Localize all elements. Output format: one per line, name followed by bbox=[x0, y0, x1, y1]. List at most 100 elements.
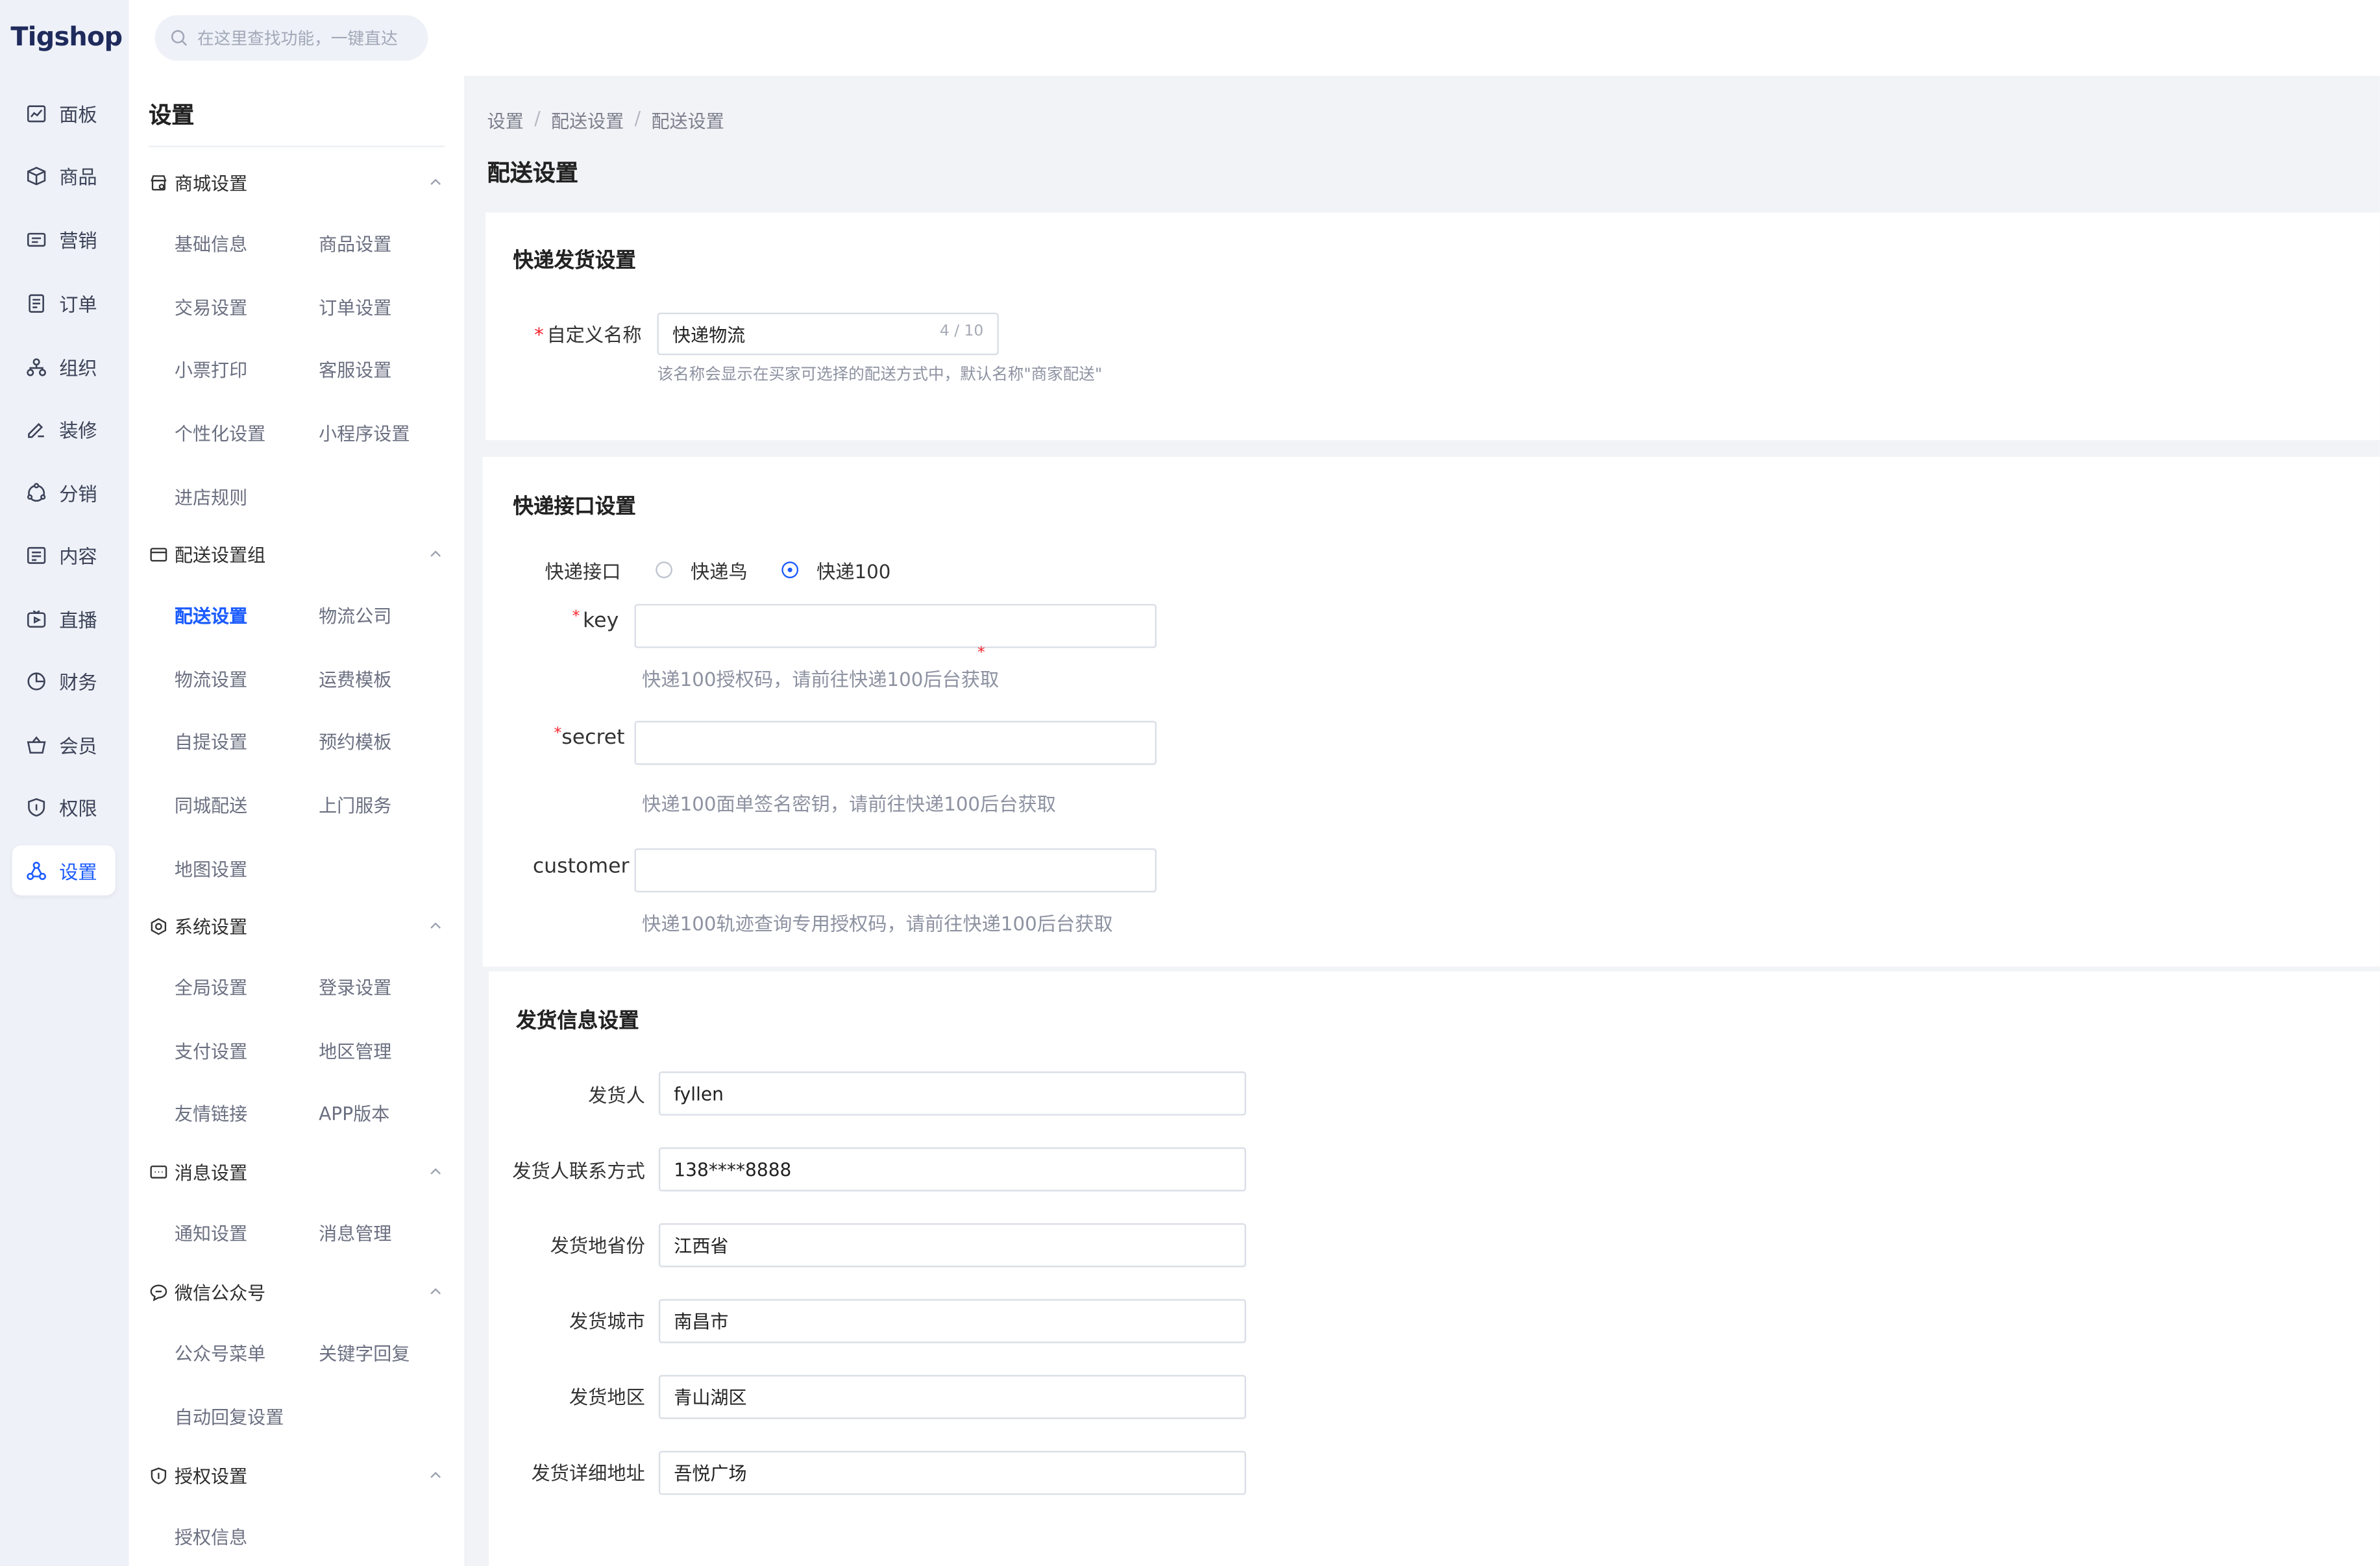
sidebar-item-payment-settings[interactable]: 支付设置 bbox=[175, 1038, 247, 1064]
char-counter: 4 / 10 bbox=[939, 323, 984, 340]
nav-item-goods[interactable]: 商品 bbox=[12, 151, 116, 201]
sidebar-item-miniapp[interactable]: 小程序设置 bbox=[319, 421, 410, 447]
search-icon bbox=[170, 29, 188, 47]
sidebar-item-logistics-company[interactable]: 物流公司 bbox=[319, 602, 391, 628]
secret-field[interactable] bbox=[634, 720, 1157, 765]
group-label: 商城设置 bbox=[174, 172, 248, 194]
app-root: Tigshop 面板 商品 营销 订单 组织 装修 分销 内容 直播 财务 会员… bbox=[0, 0, 2380, 1566]
nav-item-content[interactable]: 内容 bbox=[12, 530, 116, 580]
custom-name-field[interactable]: 4 / 10 bbox=[657, 312, 999, 356]
shield-icon bbox=[26, 796, 47, 818]
sidebar-item-pickup-settings[interactable]: 自提设置 bbox=[175, 728, 247, 754]
pie-icon bbox=[26, 670, 47, 691]
store-icon bbox=[149, 172, 168, 191]
sidebar-item-personalize[interactable]: 个性化设置 bbox=[175, 421, 265, 447]
group-mall-settings[interactable]: 商城设置 bbox=[149, 167, 452, 197]
search-box[interactable] bbox=[154, 15, 428, 61]
nav-item-decor[interactable]: 装修 bbox=[12, 404, 116, 454]
nav-item-finance[interactable]: 财务 bbox=[12, 655, 116, 705]
group-delivery-settings[interactable]: 配送设置组 bbox=[149, 539, 452, 569]
logo-text: Tigshop bbox=[10, 23, 123, 53]
radio-kdniao[interactable]: 快递鸟 bbox=[656, 556, 748, 584]
shipper-phone-input[interactable] bbox=[660, 1149, 1245, 1190]
sidebar-item-app-version[interactable]: APP版本 bbox=[319, 1100, 389, 1126]
sidebar-item-basic-info[interactable]: 基础信息 bbox=[175, 230, 247, 256]
city-input[interactable] bbox=[660, 1301, 1245, 1342]
address-input[interactable] bbox=[660, 1452, 1245, 1494]
province-field[interactable] bbox=[658, 1223, 1246, 1267]
nav-item-orders[interactable]: 订单 bbox=[12, 278, 116, 328]
required-mark: * bbox=[572, 608, 580, 626]
sidebar-item-logistics-settings[interactable]: 物流设置 bbox=[175, 667, 247, 692]
sidebar-item-keyword-reply[interactable]: 关键字回复 bbox=[319, 1340, 410, 1366]
shipper-field[interactable] bbox=[658, 1071, 1246, 1116]
search-input[interactable] bbox=[197, 28, 410, 48]
nav-item-distribution[interactable]: 分销 bbox=[12, 467, 116, 517]
shipper-phone-field[interactable] bbox=[658, 1147, 1246, 1192]
required-mark: * bbox=[977, 644, 985, 662]
sidebar-item-cs-settings[interactable]: 客服设置 bbox=[319, 357, 391, 383]
sidebar-item-freight-template[interactable]: 运费模板 bbox=[319, 667, 391, 692]
sidebar-item-delivery-settings[interactable]: 配送设置 bbox=[175, 602, 247, 628]
address-field[interactable] bbox=[658, 1450, 1246, 1495]
nav-item-settings[interactable]: 设置 bbox=[12, 845, 116, 896]
group-message-settings[interactable]: 消息设置 bbox=[149, 1156, 452, 1187]
radio-label: 快递100 bbox=[816, 559, 891, 583]
sidebar-item-city-delivery[interactable]: 同城配送 bbox=[175, 792, 247, 818]
sidebar-item-order-settings[interactable]: 订单设置 bbox=[319, 295, 391, 321]
nav-item-org[interactable]: 组织 bbox=[12, 341, 116, 391]
nav-item-marketing[interactable]: 营销 bbox=[12, 214, 116, 264]
breadcrumb-item[interactable]: 设置 bbox=[487, 108, 524, 134]
nav-item-members[interactable]: 会员 bbox=[12, 719, 116, 769]
ticket-icon bbox=[26, 228, 47, 250]
nav-label: 会员 bbox=[59, 734, 97, 757]
sidebar-item-global-settings[interactable]: 全局设置 bbox=[175, 974, 247, 1000]
customer-field[interactable] bbox=[634, 848, 1157, 893]
sidebar-item-home-service[interactable]: 上门服务 bbox=[319, 792, 391, 818]
city-field[interactable] bbox=[658, 1299, 1246, 1343]
nav-label: 直播 bbox=[59, 608, 97, 631]
province-input[interactable] bbox=[660, 1225, 1245, 1266]
custom-name-hint: 该名称会显示在买家可选择的配送方式中，默认名称"商家配送" bbox=[657, 365, 1103, 384]
logo[interactable]: Tigshop bbox=[10, 18, 123, 58]
sidebar-item-login-settings[interactable]: 登录设置 bbox=[319, 974, 391, 1000]
sidebar-item-goods-settings[interactable]: 商品设置 bbox=[319, 230, 391, 256]
sidebar-item-notify-settings[interactable]: 通知设置 bbox=[175, 1220, 247, 1246]
secret-input[interactable] bbox=[635, 722, 1155, 764]
card-title: 发货信息设置 bbox=[516, 1009, 639, 1034]
nav-item-permission[interactable]: 权限 bbox=[12, 781, 116, 831]
radio-kuaidi100[interactable]: 快递100 bbox=[781, 556, 890, 584]
district-input[interactable] bbox=[660, 1376, 1245, 1418]
customer-input[interactable] bbox=[635, 850, 1155, 891]
shipper-input[interactable] bbox=[660, 1073, 1245, 1114]
district-field[interactable] bbox=[658, 1375, 1246, 1419]
sidebar-item-auto-reply[interactable]: 自动回复设置 bbox=[175, 1404, 284, 1430]
group-license-settings[interactable]: 授权设置 bbox=[149, 1460, 452, 1491]
sidebar-item-region-management[interactable]: 地区管理 bbox=[319, 1038, 391, 1064]
breadcrumb-item[interactable]: 配送设置 bbox=[551, 108, 624, 134]
sidebar-item-booking-template[interactable]: 预约模板 bbox=[319, 728, 391, 754]
group-wechat-official[interactable]: 微信公众号 bbox=[149, 1277, 452, 1307]
group-system-settings[interactable]: 系统设置 bbox=[149, 911, 452, 941]
key-input[interactable] bbox=[635, 606, 1155, 647]
sidebar-item-message-management[interactable]: 消息管理 bbox=[319, 1220, 391, 1246]
main-content: 设置 / 配送设置 / 配送设置 配送设置 快递发货设置 *自定义名称 4 / … bbox=[465, 75, 2380, 1566]
chevron-up-icon bbox=[428, 1282, 443, 1304]
nav-item-live[interactable]: 直播 bbox=[12, 593, 116, 643]
sidebar-item-friend-links[interactable]: 友情链接 bbox=[175, 1100, 247, 1126]
chevron-up-icon bbox=[428, 545, 443, 567]
sidebar-item-official-menu[interactable]: 公众号菜单 bbox=[175, 1340, 265, 1366]
sidebar-item-store-rules[interactable]: 进店规则 bbox=[175, 484, 247, 510]
shipping-info-card: 发货信息设置 发货人 发货人联系方式 发货地省份 发货城市 发货地区 发货详细地… bbox=[488, 971, 2380, 1566]
top-bar bbox=[129, 0, 2380, 76]
nav-item-dashboard[interactable]: 面板 bbox=[12, 88, 116, 138]
nav-label: 商品 bbox=[59, 165, 97, 188]
sidebar-item-map-settings[interactable]: 地图设置 bbox=[175, 856, 247, 882]
key-field[interactable] bbox=[634, 604, 1157, 648]
sidebar-item-trade-settings[interactable]: 交易设置 bbox=[175, 295, 247, 321]
sidebar-item-license-info[interactable]: 授权信息 bbox=[175, 1524, 247, 1550]
nav-label: 设置 bbox=[59, 860, 97, 884]
chevron-up-icon bbox=[428, 173, 443, 195]
sidebar-item-receipt-print[interactable]: 小票打印 bbox=[175, 357, 247, 383]
group-label: 授权设置 bbox=[174, 1465, 248, 1487]
